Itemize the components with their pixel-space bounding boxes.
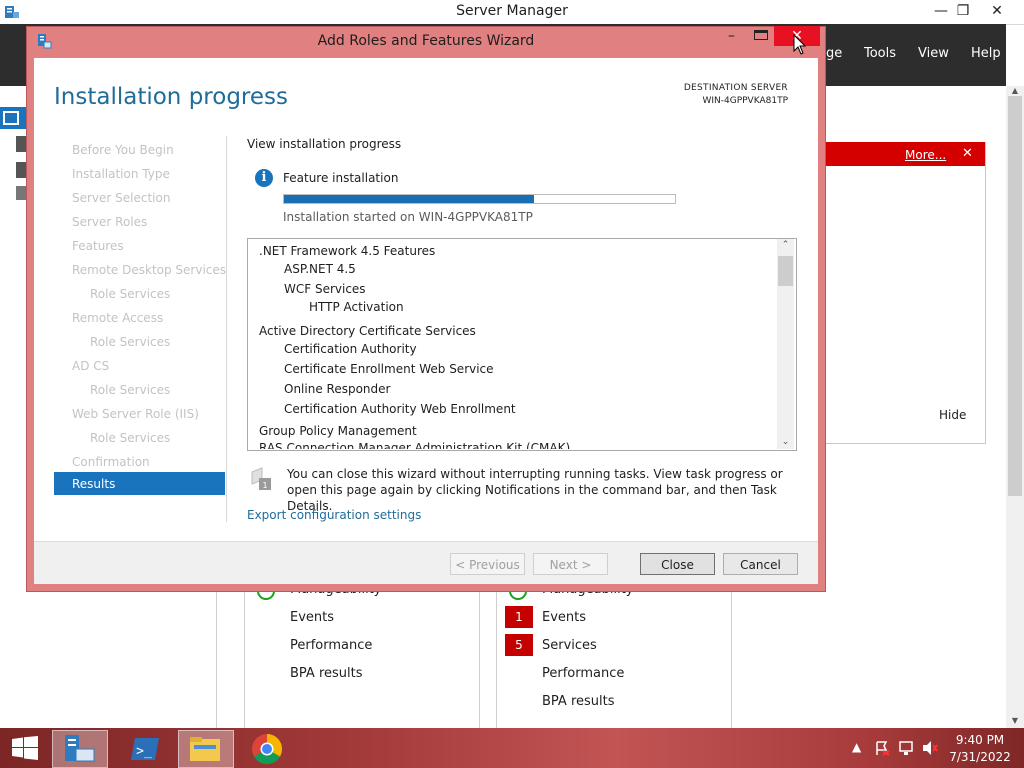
events-count-badge: 1: [505, 606, 533, 628]
previous-button[interactable]: < Previous: [450, 553, 525, 575]
result-item: Certification Authority Web Enrollment: [284, 402, 516, 416]
scrollbar-thumb[interactable]: [1008, 96, 1022, 496]
steps-divider: [226, 136, 227, 522]
close-button[interactable]: ✕: [980, 0, 1014, 22]
info-icon: i: [255, 169, 273, 187]
wizard-title: Add Roles and Features Wizard: [317, 33, 535, 49]
menu-manage[interactable]: ge: [826, 46, 842, 61]
file-services-nav-icon[interactable]: [16, 186, 26, 200]
result-item-clip: RAS Connection Manager Administration Ki…: [248, 441, 776, 449]
step-role-services: Role Services: [90, 431, 171, 445]
clock-date[interactable]: 7/31/2022: [946, 750, 1014, 764]
chevron-up-icon[interactable]: ⌃: [777, 240, 794, 250]
notification-panel: [808, 142, 986, 444]
step-features: Features: [72, 239, 124, 253]
result-item: Certification Authority: [284, 342, 417, 356]
notification-bar: [808, 142, 985, 166]
scroll-up-icon[interactable]: ▲: [1006, 86, 1024, 96]
wizard-maximize-button[interactable]: [754, 30, 768, 40]
tile-item[interactable]: Events: [542, 610, 586, 625]
destination-server-label: DESTINATION SERVER: [683, 83, 788, 93]
result-item: Group Policy Management: [259, 424, 417, 438]
destination-server-value: WIN-4GPPVKA81TP: [702, 96, 788, 106]
powershell-icon[interactable]: >_: [130, 735, 160, 763]
step-web-server-role: Web Server Role (IIS): [72, 407, 199, 421]
tile-item[interactable]: BPA results: [542, 694, 615, 709]
volume-muted-icon[interactable]: [922, 740, 938, 756]
tile-item[interactable]: Events: [290, 610, 334, 625]
start-button-icon[interactable]: [12, 736, 38, 760]
tile-item[interactable]: Performance: [290, 638, 372, 653]
tile-item[interactable]: BPA results: [290, 666, 363, 681]
result-item: WCF Services: [284, 282, 366, 296]
step-confirmation: Confirmation: [72, 455, 150, 469]
step-results[interactable]: Results: [72, 477, 115, 491]
step-role-services: Role Services: [90, 287, 171, 301]
chrome-icon[interactable]: [251, 733, 283, 765]
results-scrollbar-thumb[interactable]: [778, 256, 793, 286]
svg-text:>_: >_: [136, 744, 152, 759]
step-remote-access: Remote Access: [72, 311, 164, 325]
content-divider: [216, 592, 217, 728]
more-link[interactable]: More...: [905, 148, 946, 162]
step-before-you-begin: Before You Begin: [72, 143, 174, 157]
step-role-services: Role Services: [90, 335, 171, 349]
tile-item[interactable]: Services: [542, 638, 597, 653]
hide-link[interactable]: Hide: [939, 408, 966, 422]
scroll-down-icon[interactable]: ▼: [1006, 716, 1024, 726]
result-item: Active Directory Certificate Services: [259, 324, 476, 338]
clock-time[interactable]: 9:40 PM: [950, 733, 1010, 747]
svg-text:1: 1: [262, 481, 267, 490]
server-tile: [244, 590, 480, 730]
wizard-note-text: You can close this wizard without interr…: [287, 467, 783, 513]
mouse-cursor-icon: [793, 34, 807, 55]
result-item: Online Responder: [284, 382, 391, 396]
export-configuration-link[interactable]: Export configuration settings: [247, 508, 421, 522]
tile-item[interactable]: Performance: [542, 666, 624, 681]
server-manager-icon: [65, 735, 95, 762]
show-hidden-icons-icon[interactable]: ▲: [852, 740, 861, 754]
action-center-icon[interactable]: [874, 740, 890, 756]
menu-tools[interactable]: Tools: [864, 46, 896, 61]
services-count-badge: 5: [505, 634, 533, 656]
wizard-minimize-button[interactable]: –: [728, 28, 742, 44]
feature-installation-label: Feature installation: [283, 171, 399, 185]
step-server-selection: Server Selection: [72, 191, 171, 205]
file-explorer-icon: [190, 737, 220, 761]
network-icon[interactable]: [898, 740, 916, 756]
installation-started-text: Installation started on WIN-4GPPVKA81TP: [283, 210, 533, 224]
result-item: RAS Connection Manager Administration Ki…: [259, 441, 571, 449]
step-ad-cs: AD CS: [72, 359, 110, 373]
notification-flag-icon: 1: [251, 467, 271, 490]
dashboard-nav-icon[interactable]: [0, 107, 26, 129]
next-button[interactable]: Next >: [533, 553, 608, 575]
close-wizard-button[interactable]: Close: [640, 553, 715, 575]
result-item: ASP.NET 4.5: [284, 262, 356, 276]
restore-button[interactable]: ❐: [946, 0, 980, 22]
result-item: HTTP Activation: [309, 300, 404, 314]
menu-view[interactable]: View: [918, 46, 949, 61]
notification-close-icon[interactable]: ✕: [962, 146, 973, 161]
step-server-roles: Server Roles: [72, 215, 148, 229]
result-item: .NET Framework 4.5 Features: [259, 244, 436, 258]
all-servers-nav-icon[interactable]: [16, 162, 26, 178]
cancel-button[interactable]: Cancel: [723, 553, 798, 575]
chevron-down-icon[interactable]: ⌄: [777, 437, 794, 447]
view-progress-label: View installation progress: [247, 137, 402, 151]
menu-help[interactable]: Help: [971, 46, 1001, 61]
step-remote-desktop-services: Remote Desktop Services: [72, 263, 227, 277]
step-role-services: Role Services: [90, 383, 171, 397]
step-installation-type: Installation Type: [72, 167, 170, 181]
page-title: Installation progress: [54, 84, 288, 110]
progress-bar-fill: [284, 195, 534, 203]
result-item: Certificate Enrollment Web Service: [284, 362, 494, 376]
server-manager-title: Server Manager: [456, 3, 568, 19]
local-server-nav-icon[interactable]: [16, 136, 26, 152]
